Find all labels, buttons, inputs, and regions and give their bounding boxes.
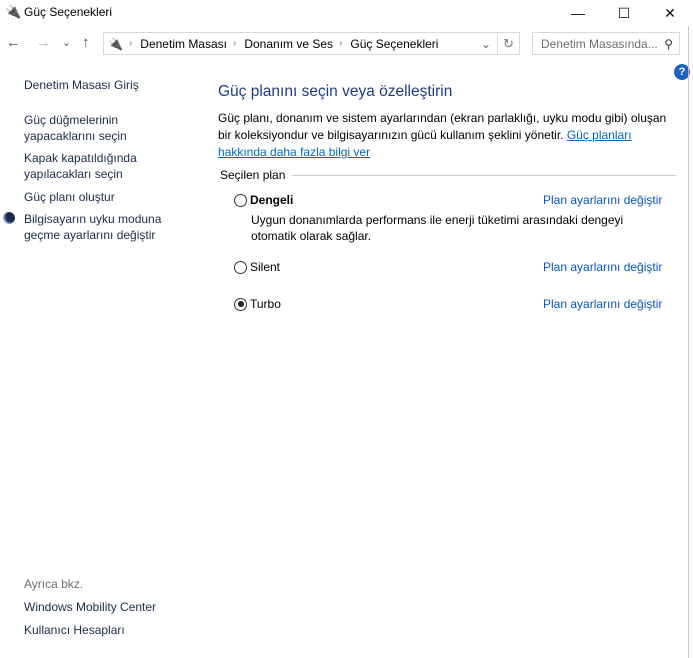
title-bar: 🔌 Güç Seçenekleri — ☐ ✕ xyxy=(0,0,693,26)
section-label: Seçilen plan xyxy=(220,168,286,182)
page-title: Güç planını seçin veya özelleştirin xyxy=(218,83,453,100)
plan-turbo[interactable]: Turbo xyxy=(234,297,281,311)
page-description: Güç planı, donanım ve sistem ayarlarında… xyxy=(218,110,678,161)
sidebar-mobility-center[interactable]: Windows Mobility Center xyxy=(24,599,156,615)
control-panel-icon: 🔌 xyxy=(108,36,123,51)
section-divider xyxy=(292,175,676,176)
sidebar-power-buttons[interactable]: Güç düğmelerinin yapacaklarını seçin xyxy=(24,112,154,144)
sidebar-lid-close[interactable]: Kapak kapatıldığında yapılacakları seçin xyxy=(24,150,144,182)
moon-shield-icon xyxy=(3,212,15,224)
plan-radio[interactable] xyxy=(234,193,247,207)
minimize-button[interactable]: — xyxy=(555,0,601,26)
change-plan-settings-link[interactable]: Plan ayarlarını değiştir xyxy=(543,260,662,274)
sidebar-sleep-settings[interactable]: Bilgisayarın uyku moduna geçme ayarların… xyxy=(24,211,174,243)
search-input[interactable]: Denetim Masasında... ⚲ xyxy=(532,32,680,55)
plan-name: Turbo xyxy=(250,297,281,311)
plan-dengeli[interactable]: Dengeli xyxy=(234,193,293,207)
window-title: Güç Seçenekleri xyxy=(24,5,113,19)
plan-description: Uygun donanımlarda performans ile enerji… xyxy=(251,213,624,243)
breadcrumb-control-panel[interactable]: Denetim Masası xyxy=(140,37,227,51)
change-plan-settings-link[interactable]: Plan ayarlarını değiştir xyxy=(543,193,662,207)
recent-locations-button[interactable]: ⌄ xyxy=(62,36,71,49)
plan-radio-selected[interactable] xyxy=(234,297,247,311)
breadcrumb-hardware-sound[interactable]: Donanım ve Ses xyxy=(244,37,333,51)
sidebar-create-plan[interactable]: Güç planı oluştur xyxy=(24,189,115,205)
plan-name: Dengeli xyxy=(250,193,294,207)
up-button[interactable]: ↑ xyxy=(82,34,90,51)
window-border xyxy=(688,26,689,658)
search-placeholder: Denetim Masasında... xyxy=(541,36,658,51)
back-button[interactable]: ← xyxy=(6,34,21,51)
plan-radio[interactable] xyxy=(234,260,247,274)
address-bar[interactable]: 🔌 › Denetim Masası › Donanım ve Ses › Gü… xyxy=(103,32,498,55)
forward-button[interactable]: → xyxy=(36,34,51,51)
plan-silent[interactable]: Silent xyxy=(234,260,280,274)
sidebar-user-accounts[interactable]: Kullanıcı Hesapları xyxy=(24,622,125,638)
breadcrumb-power-options[interactable]: Güç Seçenekleri xyxy=(350,37,438,51)
refresh-button[interactable]: ↻ xyxy=(498,32,520,55)
chevron-right-icon: › xyxy=(128,38,133,49)
search-icon: ⚲ xyxy=(664,36,673,51)
plan-name: Silent xyxy=(250,260,281,274)
close-button[interactable]: ✕ xyxy=(647,0,693,26)
chevron-right-icon: › xyxy=(339,38,343,49)
chevron-right-icon: › xyxy=(233,38,237,49)
sidebar-control-panel-home[interactable]: Denetim Masası Giriş xyxy=(24,77,139,93)
change-plan-settings-link[interactable]: Plan ayarlarını değiştir xyxy=(543,297,662,311)
power-options-icon: 🔌 xyxy=(5,4,22,19)
see-also-heading: Ayrıca bkz. xyxy=(24,577,84,591)
maximize-button[interactable]: ☐ xyxy=(601,0,647,26)
address-dropdown-button[interactable]: ⌄ xyxy=(481,37,491,51)
